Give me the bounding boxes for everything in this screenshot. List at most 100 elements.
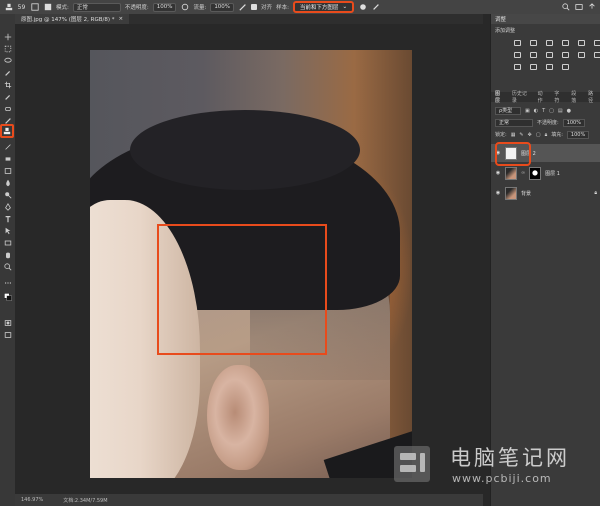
- zoom-level[interactable]: 146.97%: [21, 497, 43, 503]
- filter-adjust-icon[interactable]: ◐: [534, 108, 538, 114]
- layer-mask-thumbnail[interactable]: [529, 166, 542, 180]
- channel-mixer-icon[interactable]: [561, 51, 570, 59]
- levels-icon[interactable]: [529, 39, 538, 47]
- mode-select[interactable]: 正常: [72, 2, 121, 12]
- tab-history[interactable]: 历史记录: [512, 90, 530, 104]
- document-tab-row: 原图.jpg @ 147% (图层 2, RGB/8) * ×: [15, 14, 483, 24]
- lasso-tool-icon[interactable]: [2, 56, 13, 66]
- layer-name: 图层 1: [545, 170, 560, 177]
- more-tools-icon[interactable]: [2, 278, 13, 288]
- opacity-label-panel: 不透明度:: [537, 120, 559, 126]
- eraser-tool-icon[interactable]: [2, 154, 13, 164]
- history-brush-tool-icon[interactable]: [2, 142, 13, 152]
- healing-brush-tool-icon[interactable]: [2, 104, 13, 114]
- tab-layers[interactable]: 图层: [495, 90, 504, 104]
- visibility-eye-icon[interactable]: ◉: [495, 170, 501, 176]
- path-selection-tool-icon[interactable]: [2, 226, 13, 236]
- tab-paragraph[interactable]: 段落: [571, 90, 580, 104]
- filter-smart-icon[interactable]: ▤: [558, 108, 563, 114]
- blend-row: 正常 不透明度: 100%: [495, 118, 597, 127]
- tab-actions[interactable]: 动作: [538, 90, 547, 104]
- curves-icon[interactable]: [545, 39, 554, 47]
- screen-mode-icon[interactable]: [2, 330, 13, 340]
- photo-filter-icon[interactable]: [545, 51, 554, 59]
- search-icon[interactable]: [561, 3, 570, 12]
- adjustments-title: 添加调整: [495, 28, 516, 34]
- filter-shape-icon[interactable]: ▢: [549, 108, 554, 114]
- color-swatches-icon[interactable]: [2, 292, 13, 302]
- fill-input[interactable]: 100%: [566, 130, 590, 139]
- ignore-adjustment-layers-icon[interactable]: [358, 3, 367, 12]
- filter-pixel-icon[interactable]: ▣: [525, 108, 530, 114]
- zoom-tool-icon[interactable]: [2, 262, 13, 272]
- share-icon[interactable]: [587, 3, 596, 12]
- layer-opacity-input[interactable]: 100%: [562, 118, 585, 127]
- opacity-label: 不透明度:: [124, 5, 149, 11]
- color-lookup-icon[interactable]: [577, 51, 586, 59]
- layer-row-background[interactable]: ◉ 背景 🔒︎: [491, 184, 600, 202]
- opacity-input[interactable]: 100%: [152, 2, 177, 12]
- clone-source-panel-icon[interactable]: [30, 3, 39, 12]
- document-tab-title: 原图.jpg @ 147% (图层 2, RGB/8) *: [21, 17, 115, 23]
- vibrance-icon[interactable]: [577, 39, 586, 47]
- threshold-icon[interactable]: [529, 63, 538, 71]
- hand-tool-icon[interactable]: [2, 250, 13, 260]
- filter-type-icon[interactable]: T: [542, 108, 545, 114]
- document-info[interactable]: 文档:2.34M/7.59M: [63, 497, 107, 504]
- crop-tool-icon[interactable]: [2, 80, 13, 90]
- quick-select-tool-icon[interactable]: [2, 68, 13, 78]
- layer-highlight-box: [495, 142, 531, 166]
- rectangle-tool-icon[interactable]: [2, 238, 13, 248]
- blend-mode-select[interactable]: 正常: [495, 118, 533, 127]
- brush-size-value[interactable]: 59: [17, 3, 26, 12]
- exposure-icon[interactable]: [561, 39, 570, 47]
- toggle-panel-icon[interactable]: [43, 3, 52, 12]
- gradient-tool-icon[interactable]: [2, 166, 13, 176]
- type-tool-icon[interactable]: [2, 214, 13, 224]
- move-tool-icon[interactable]: [2, 32, 13, 42]
- lock-position-icon[interactable]: ✥: [528, 132, 532, 138]
- visibility-eye-icon[interactable]: ◉: [495, 190, 501, 196]
- clone-stamp-tool-button[interactable]: [0, 124, 14, 138]
- pressure-opacity-icon[interactable]: [180, 3, 189, 12]
- airbrush-icon[interactable]: [238, 3, 247, 12]
- workspace-icon[interactable]: [574, 3, 583, 12]
- sample-select-value: 当前和下方图层: [299, 5, 339, 11]
- layer-row-layer-1[interactable]: ◉ ∞ 图层 1: [491, 164, 600, 182]
- lock-artboard-icon[interactable]: ▢: [536, 132, 541, 138]
- invert-icon[interactable]: [593, 51, 600, 59]
- status-bar: 146.97% 文档:2.34M/7.59M: [15, 494, 483, 506]
- selective-color-icon[interactable]: [561, 63, 570, 71]
- hue-saturation-icon[interactable]: [593, 39, 600, 47]
- link-chain-icon: ∞: [521, 170, 526, 176]
- kind-filter-select[interactable]: ρ类型: [495, 106, 521, 115]
- aligned-checkbox[interactable]: [251, 4, 258, 10]
- black-white-icon[interactable]: [529, 51, 538, 59]
- sample-select[interactable]: 当前和下方图层 ⌄: [292, 1, 355, 13]
- brightness-icon[interactable]: [513, 39, 522, 47]
- pen-tool-icon[interactable]: [2, 202, 13, 212]
- marquee-tool-icon[interactable]: [2, 44, 13, 54]
- quick-mask-icon[interactable]: [2, 318, 13, 328]
- gradient-map-icon[interactable]: [545, 63, 554, 71]
- clone-stamp-tool-icon[interactable]: [4, 3, 13, 12]
- close-icon[interactable]: ×: [118, 16, 123, 22]
- tab-paths[interactable]: 路径: [588, 90, 597, 104]
- layer-name: 背景: [521, 190, 532, 197]
- lock-row: 锁定: ▦ ✎ ✥ ▢ 🔒︎ 填充: 100%: [495, 130, 597, 139]
- color-balance-icon[interactable]: [513, 51, 522, 59]
- flow-input[interactable]: 100%: [210, 2, 235, 12]
- lock-all-icon[interactable]: 🔒︎: [545, 132, 548, 138]
- dodge-tool-icon[interactable]: [2, 190, 13, 200]
- tab-character[interactable]: 字符: [554, 90, 563, 104]
- document-tab[interactable]: 原图.jpg @ 147% (图层 2, RGB/8) * ×: [15, 14, 130, 24]
- pressure-size-icon[interactable]: [371, 3, 380, 12]
- lock-transparent-icon[interactable]: ▦: [511, 132, 516, 138]
- lock-image-icon[interactable]: ✎: [519, 132, 523, 138]
- eyedropper-tool-icon[interactable]: [2, 92, 13, 102]
- posterize-icon[interactable]: [513, 63, 522, 71]
- adjustments-tab[interactable]: 调整: [491, 14, 600, 24]
- blur-tool-icon[interactable]: [2, 178, 13, 188]
- filter-toggle-icon[interactable]: ●: [567, 108, 571, 114]
- canvas-area[interactable]: [15, 24, 483, 494]
